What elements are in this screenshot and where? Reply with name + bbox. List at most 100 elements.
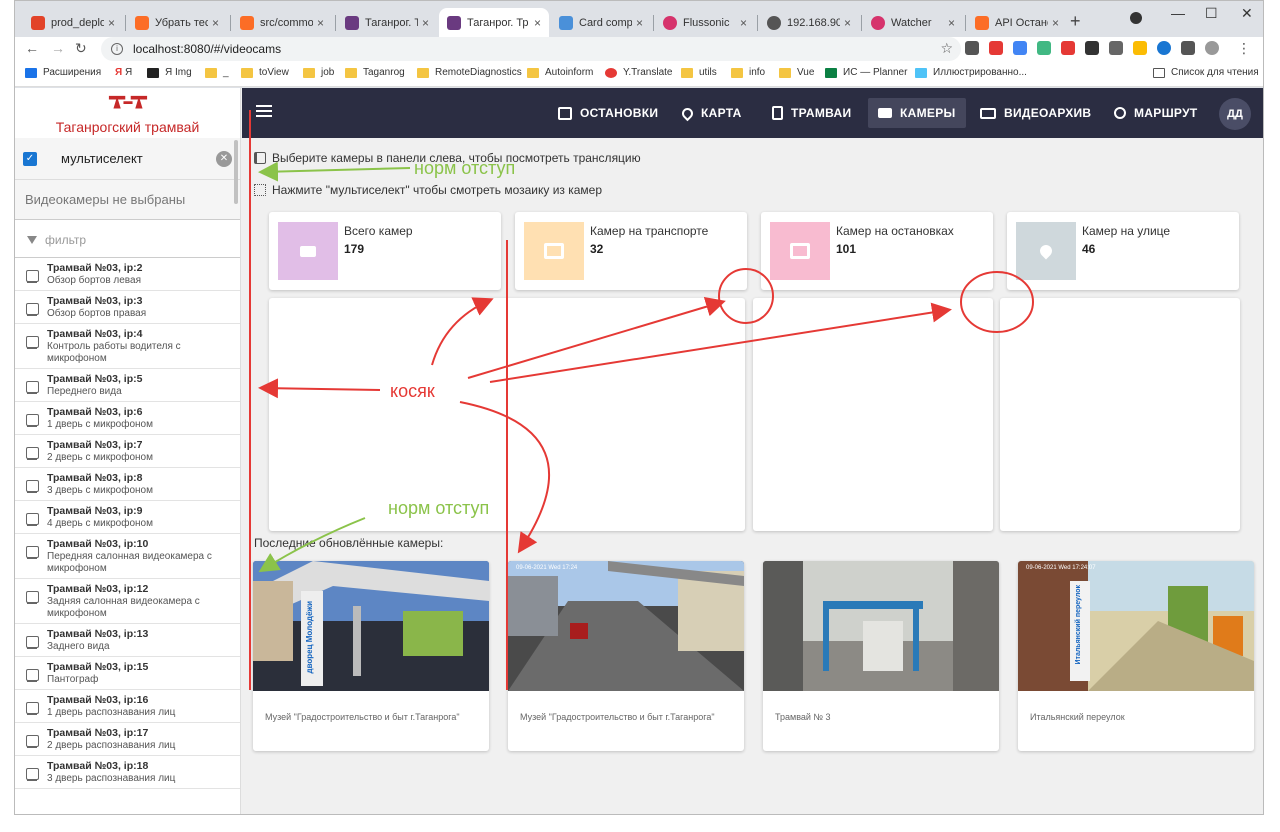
adblock-icon[interactable] <box>989 41 1003 55</box>
drive-icon[interactable] <box>1133 41 1147 55</box>
profile-menu-icon[interactable] <box>1130 12 1142 24</box>
nav-video-archive[interactable]: ВИДЕОАРХИВ <box>980 88 1091 138</box>
camera-list-item[interactable]: Трамвай №03, ip:18 3 дверь распознавания … <box>15 756 240 789</box>
check-icon[interactable] <box>1157 41 1171 55</box>
bookmark[interactable]: Расширения <box>25 67 101 78</box>
browser-tab[interactable]: API Останов × <box>967 8 1067 37</box>
clear-icon[interactable]: ✕ <box>216 150 232 167</box>
close-icon[interactable]: × <box>422 16 429 30</box>
extension-icon[interactable] <box>965 41 979 55</box>
bookmark[interactable]: ИС — Planner <box>825 67 907 78</box>
puzzle-icon[interactable] <box>1181 41 1195 55</box>
bookmark-folder[interactable]: toView <box>241 67 289 78</box>
vue-devtools-icon[interactable] <box>1037 41 1051 55</box>
camera-list-item[interactable]: Трамвай №03, ip:13 Заднего вида <box>15 624 240 657</box>
camera-list-item[interactable]: Трамвай №03, ip:7 2 дверь с микрофоном <box>15 435 240 468</box>
camera-list-item[interactable]: Трамвай №03, ip:3 Обзор бортов правая <box>15 291 240 324</box>
url-text: localhost:8080/#/videocams <box>133 42 282 56</box>
camera-list-item[interactable]: Трамвай №03, ip:2 Обзор бортов левая <box>15 258 240 291</box>
image-icon <box>915 67 927 78</box>
address-bar[interactable]: i localhost:8080/#/videocams ☆ <box>101 37 961 61</box>
function-icon[interactable] <box>1085 41 1099 55</box>
menu-icon[interactable] <box>256 105 272 107</box>
recent-camera-card[interactable]: 09-06-2021 Wed 17:24 Музей "Градостроите… <box>508 561 744 751</box>
camera-list-item[interactable]: Трамвай №03, ip:6 1 дверь с микрофоном <box>15 402 240 435</box>
nav-map[interactable]: КАРТА <box>679 88 742 138</box>
browser-tab[interactable]: Card compo × <box>551 8 651 37</box>
tram-icon <box>25 268 39 284</box>
camera-title: Трамвай №03, ip:10 <box>47 538 149 550</box>
camera-list-item[interactable]: Трамвай №03, ip:12 Задняя салонная видеок… <box>15 579 240 624</box>
back-icon[interactable]: ← <box>25 40 39 56</box>
browser-tab[interactable]: Таганрог. Тр × <box>337 8 437 37</box>
maximize-icon[interactable]: ☐ <box>1205 5 1218 22</box>
close-icon[interactable]: × <box>740 16 747 30</box>
nav-cameras[interactable]: КАМЕРЫ <box>868 98 966 128</box>
bookmark[interactable]: Y.Translate <box>605 67 672 78</box>
forward-icon[interactable]: → <box>51 40 65 56</box>
camera-list-item[interactable]: Трамвай №03, ip:8 3 дверь с микрофоном <box>15 468 240 501</box>
camera-caption: Музей "Градостроительство и быт г.Таганр… <box>520 712 715 722</box>
bookmark[interactable]: Я Img <box>147 67 192 78</box>
camera-list-item[interactable]: Трамвай №03, ip:4 Контроль работы водител… <box>15 324 240 369</box>
avatar-icon[interactable] <box>1205 41 1219 55</box>
recent-camera-card[interactable]: 09-06-2021 Wed 17:24:07 Итальянский пере… <box>1018 561 1254 751</box>
extension-icon[interactable] <box>1109 41 1123 55</box>
info-icon[interactable]: i <box>111 43 123 55</box>
browser-tab[interactable]: Убрать тесты × <box>127 8 227 37</box>
browser-tab[interactable]: prod_deploy × <box>23 8 123 37</box>
reload-icon[interactable]: ↻ <box>75 40 87 57</box>
browser-tab[interactable]: Watcher × <box>863 8 963 37</box>
reading-list[interactable]: Список для чтения <box>1153 67 1259 78</box>
camera-list-item[interactable]: Трамвай №03, ip:10 Передняя салонная виде… <box>15 534 240 579</box>
menu-icon[interactable]: ⋮ <box>1237 40 1251 57</box>
bookmark-folder[interactable]: utils <box>681 67 717 78</box>
close-icon[interactable]: × <box>534 16 541 30</box>
video-tile[interactable] <box>269 298 745 531</box>
user-avatar[interactable]: ДД <box>1219 98 1251 130</box>
video-tile[interactable] <box>1000 298 1240 531</box>
browser-tab[interactable]: src/common × <box>232 8 332 37</box>
camera-list-item[interactable]: Трамвай №03, ip:17 2 дверь распознавания … <box>15 723 240 756</box>
close-window-icon[interactable]: ✕ <box>1241 5 1253 22</box>
browser-tab-active[interactable]: Таганрог. Тр × <box>439 8 549 37</box>
close-icon[interactable]: × <box>844 16 851 30</box>
multiselect-checkbox[interactable]: ✓ <box>23 151 37 166</box>
camera-list-item[interactable]: Трамвай №03, ip:5 Переднего вида <box>15 369 240 402</box>
bookmark-folder[interactable]: _ <box>205 67 229 78</box>
close-icon[interactable]: × <box>317 16 324 30</box>
nav-route[interactable]: МАРШРУТ <box>1114 88 1197 138</box>
bookmark[interactable]: Иллюстрированно... <box>915 67 1027 78</box>
bookmark-folder[interactable]: RemoteDiagnostics <box>417 67 522 78</box>
bookmark-folder[interactable]: info <box>731 67 765 78</box>
video-tile[interactable] <box>753 298 993 531</box>
star-icon[interactable]: ☆ <box>940 40 953 57</box>
nav-trams[interactable]: ТРАМВАИ <box>772 88 851 138</box>
browser-tab[interactable]: Flussonic × <box>655 8 755 37</box>
recent-camera-card[interactable]: дворец Молодёжи Музей "Градостроительств… <box>253 561 489 751</box>
close-icon[interactable]: × <box>636 16 643 30</box>
bookmark-folder[interactable]: Taganrog <box>345 67 405 78</box>
sidebar-scrollbar[interactable] <box>234 140 238 204</box>
bookmark-folder[interactable]: Autoinform <box>527 67 593 78</box>
camera-list-item[interactable]: Трамвай №03, ip:15 Пантограф <box>15 657 240 690</box>
recent-camera-card[interactable]: Трамвай № 3 <box>763 561 999 751</box>
minimize-icon[interactable]: — <box>1171 5 1185 21</box>
annotation-good-margin: норм отступ <box>388 498 490 518</box>
pdf-icon[interactable] <box>1061 41 1075 55</box>
close-icon[interactable]: × <box>948 16 955 30</box>
close-icon[interactable]: × <box>108 16 115 30</box>
new-tab-icon[interactable]: + <box>1070 11 1081 32</box>
bookmark-folder[interactable]: job <box>303 67 334 78</box>
camera-list-item[interactable]: Трамвай №03, ip:9 4 дверь с микрофоном <box>15 501 240 534</box>
filter-input[interactable]: фильтр <box>15 222 240 258</box>
camera-list-item[interactable]: Трамвай №03, ip:16 1 дверь распознавания … <box>15 690 240 723</box>
browser-tab[interactable]: 192.168.90.1 × <box>759 8 859 37</box>
bookmark[interactable]: Я <box>125 67 132 78</box>
close-icon[interactable]: × <box>1052 16 1059 30</box>
multiselect-row[interactable]: ✓ мультиселект ✕ <box>15 138 240 180</box>
translate-icon[interactable] <box>1013 41 1027 55</box>
close-icon[interactable]: × <box>212 16 219 30</box>
bookmark-folder[interactable]: Vue <box>779 67 814 78</box>
nav-stops[interactable]: ОСТАНОВКИ <box>558 88 658 138</box>
